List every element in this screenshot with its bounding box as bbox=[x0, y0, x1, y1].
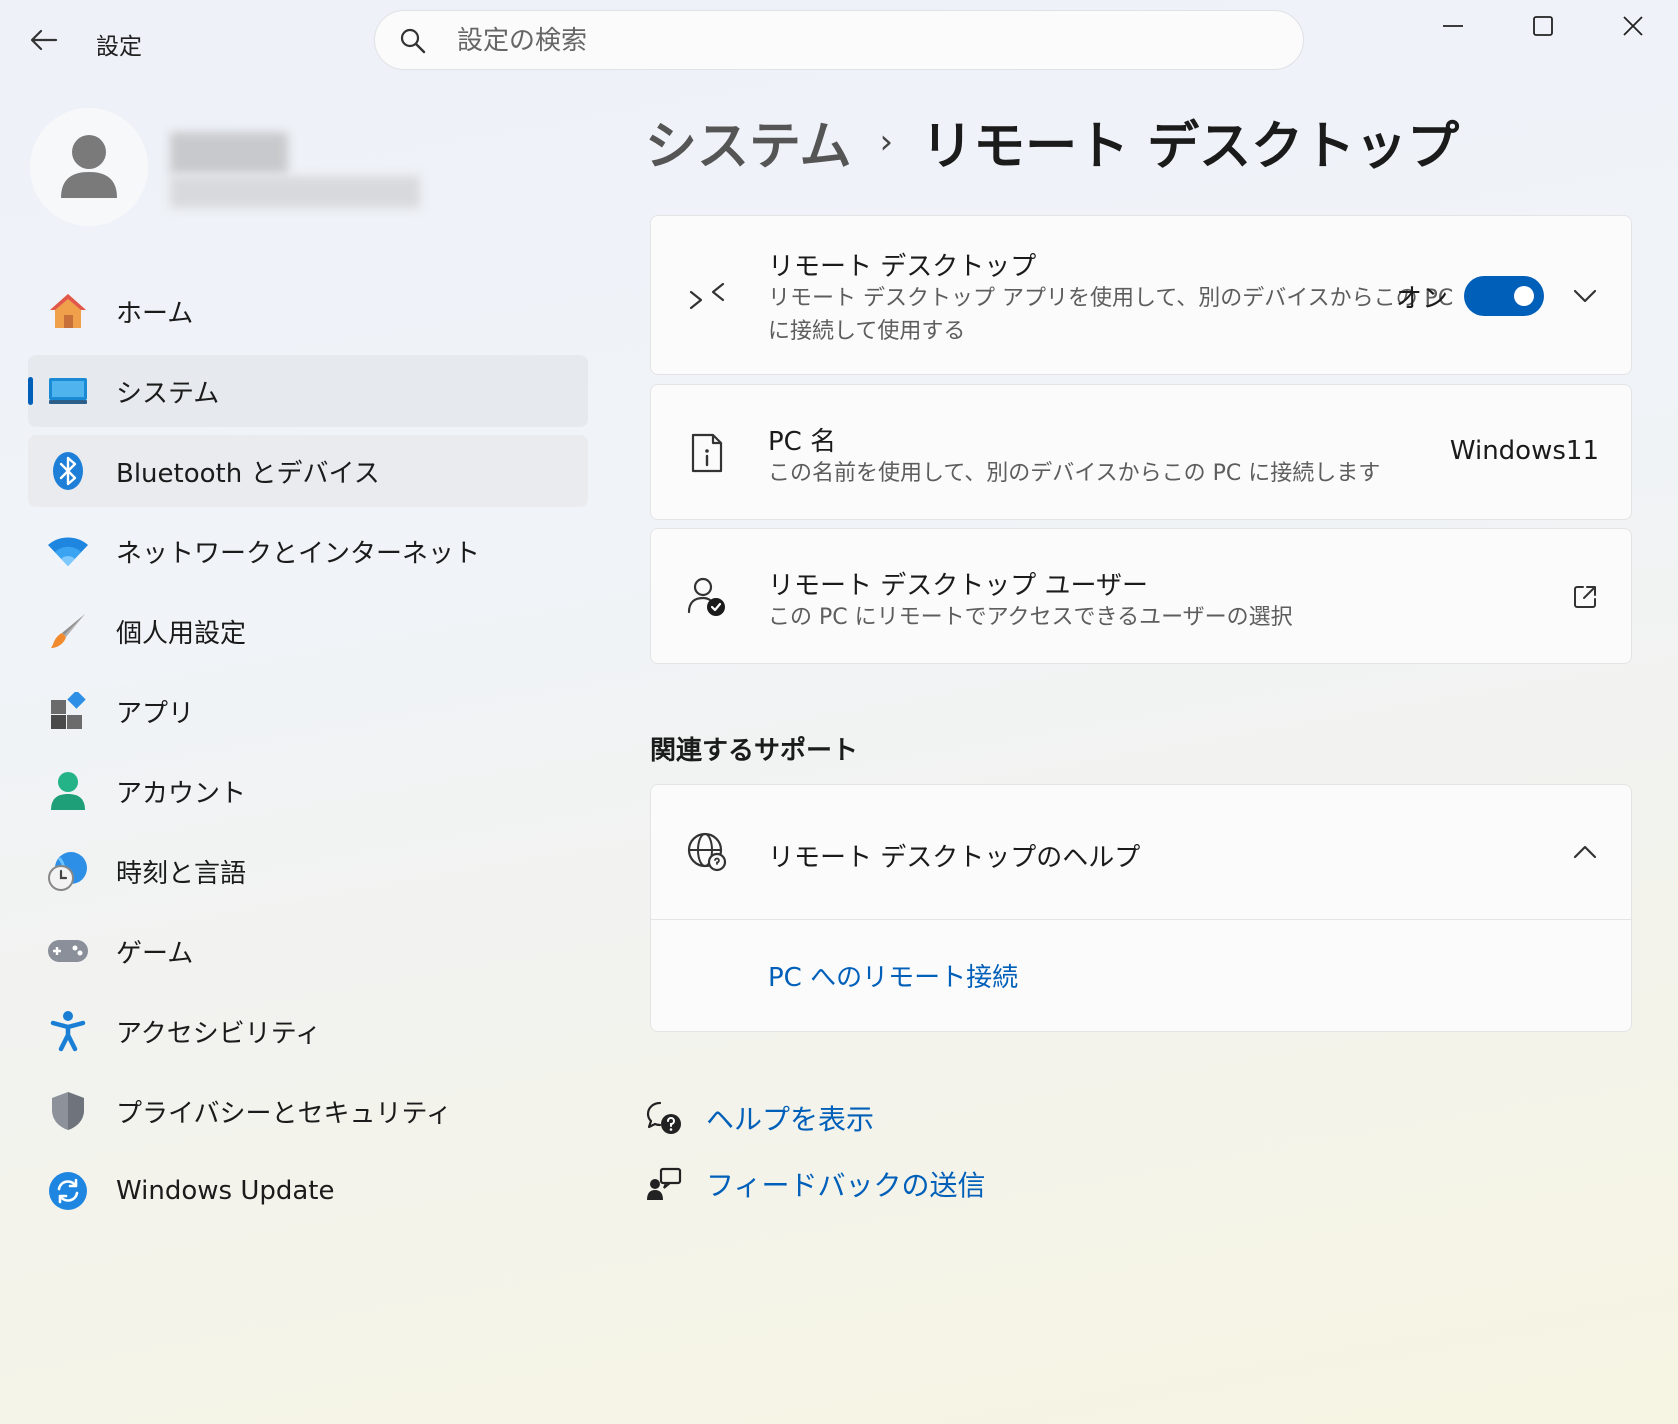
get-help-label: ヘルプを表示 bbox=[706, 1103, 875, 1136]
brush-icon bbox=[46, 609, 90, 653]
feedback-label: フィードバックの送信 bbox=[706, 1169, 986, 1202]
globe-help-icon bbox=[685, 830, 729, 874]
chevron-up-icon bbox=[1573, 845, 1597, 859]
profile-email-redacted bbox=[170, 176, 420, 208]
divider bbox=[651, 919, 1631, 920]
close-button[interactable] bbox=[1588, 4, 1678, 48]
remote-connection-link[interactable]: PC へのリモート接続 bbox=[768, 957, 1018, 994]
open-external-button[interactable] bbox=[1563, 575, 1607, 619]
sidebar-item-label: Windows Update bbox=[116, 1176, 335, 1206]
sidebar-item-label: アクセシビリティ bbox=[116, 1018, 322, 1049]
gamepad-icon bbox=[46, 929, 90, 973]
sidebar-item-personalization[interactable]: 個人用設定 bbox=[28, 595, 588, 667]
accessibility-icon bbox=[46, 1009, 90, 1053]
sidebar-item-label: プライバシーとセキュリティ bbox=[116, 1098, 452, 1129]
user-icon bbox=[61, 135, 117, 198]
sidebar-item-label: アカウント bbox=[116, 778, 247, 809]
sidebar-item-windows-update[interactable]: Windows Update bbox=[28, 1155, 588, 1227]
profile-name-redacted bbox=[170, 132, 288, 174]
minimize-icon bbox=[1443, 25, 1463, 27]
back-arrow-icon bbox=[30, 29, 58, 51]
shield-icon bbox=[46, 1089, 90, 1133]
remote-desktop-users-card[interactable]: リモート デスクトップ ユーザー この PC にリモートでアクセスできるユーザー… bbox=[650, 528, 1632, 664]
breadcrumb: システム › リモート デスクトップ bbox=[645, 104, 1459, 179]
sidebar-item-home[interactable]: ホーム bbox=[28, 275, 588, 347]
apps-icon bbox=[46, 689, 90, 733]
sidebar-item-label: システム bbox=[116, 378, 220, 409]
remote-desktop-help-card: リモート デスクトップのヘルプ PC へのリモート接続 bbox=[650, 784, 1632, 1032]
sidebar-item-network[interactable]: ネットワークとインターネット bbox=[28, 515, 588, 587]
system-icon bbox=[46, 369, 90, 413]
sidebar-item-bluetooth[interactable]: Bluetooth とデバイス bbox=[28, 435, 588, 507]
wifi-icon bbox=[46, 529, 90, 573]
remote-desktop-users-title: リモート デスクトップ ユーザー bbox=[768, 571, 1149, 601]
collapse-button[interactable] bbox=[1563, 830, 1607, 874]
sidebar-nav: ホーム システム Bluetooth とデバイス ネットワークとインターネット … bbox=[28, 275, 588, 1235]
feedback-link[interactable]: フィードバックの送信 bbox=[646, 1164, 985, 1204]
section-title-related-support: 関連するサポート bbox=[650, 736, 859, 766]
remote-desktop-toggle[interactable] bbox=[1464, 276, 1544, 316]
sidebar-item-accessibility[interactable]: アクセシビリティ bbox=[28, 995, 588, 1067]
sidebar-item-privacy[interactable]: プライバシーとセキュリティ bbox=[28, 1075, 588, 1147]
breadcrumb-parent[interactable]: システム bbox=[645, 104, 851, 179]
minimize-button[interactable] bbox=[1408, 4, 1498, 48]
page-title: リモート デスクトップ bbox=[921, 117, 1460, 177]
open-external-icon bbox=[1574, 586, 1596, 608]
sidebar-item-label: ホーム bbox=[116, 298, 194, 329]
pc-info-icon bbox=[685, 431, 729, 475]
pc-name-value: Windows11 bbox=[1449, 436, 1599, 466]
user-check-icon bbox=[685, 575, 729, 619]
pc-name-card: PC 名 この名前を使用して、別のデバイスからこの PC に接続します Wind… bbox=[650, 384, 1632, 520]
sidebar-item-label: アプリ bbox=[116, 698, 195, 729]
remote-desktop-title: リモート デスクトップ bbox=[768, 252, 1037, 282]
bluetooth-icon bbox=[46, 449, 90, 493]
remote-desktop-icon bbox=[685, 274, 729, 318]
expand-button[interactable] bbox=[1563, 274, 1607, 318]
sidebar-item-time-language[interactable]: 時刻と言語 bbox=[28, 835, 588, 907]
toggle-knob bbox=[1514, 286, 1534, 306]
help-chat-icon bbox=[646, 1101, 681, 1134]
get-help-link[interactable]: ヘルプを表示 bbox=[646, 1098, 874, 1138]
close-icon bbox=[1623, 16, 1643, 36]
sidebar-item-label: 個人用設定 bbox=[116, 618, 247, 649]
maximize-icon bbox=[1533, 16, 1553, 36]
sidebar-item-label: ゲーム bbox=[116, 938, 194, 969]
home-icon bbox=[46, 289, 90, 333]
pc-name-title: PC 名 bbox=[768, 427, 837, 457]
remote-desktop-users-desc: この PC にリモートでアクセスできるユーザーの選択 bbox=[768, 605, 1293, 630]
remote-desktop-desc-line2: に接続して使用する bbox=[768, 319, 966, 344]
maximize-button[interactable] bbox=[1498, 4, 1588, 48]
sidebar-item-label: 時刻と言語 bbox=[116, 858, 247, 889]
app-title: 設定 bbox=[96, 34, 142, 60]
remote-desktop-help-title: リモート デスクトップのヘルプ bbox=[768, 843, 1141, 873]
remote-desktop-card[interactable]: リモート デスクトップ リモート デスクトップ アプリを使用して、別のデバイスか… bbox=[650, 215, 1632, 375]
toggle-state-label: オン bbox=[1396, 284, 1449, 314]
sidebar-item-accounts[interactable]: アカウント bbox=[28, 755, 588, 827]
avatar[interactable] bbox=[30, 108, 148, 226]
breadcrumb-separator: › bbox=[879, 121, 894, 162]
chevron-down-icon bbox=[1573, 289, 1597, 303]
search-box[interactable] bbox=[374, 10, 1304, 70]
sidebar-item-apps[interactable]: アプリ bbox=[28, 675, 588, 747]
search-icon bbox=[400, 28, 426, 54]
back-button[interactable] bbox=[26, 22, 62, 58]
time-language-icon bbox=[46, 849, 90, 893]
pc-name-desc: この名前を使用して、別のデバイスからこの PC に接続します bbox=[768, 461, 1381, 486]
sidebar-item-label: ネットワークとインターネット bbox=[116, 538, 481, 569]
sidebar-item-system[interactable]: システム bbox=[28, 355, 588, 427]
search-input[interactable] bbox=[455, 11, 1259, 70]
active-indicator bbox=[28, 377, 33, 405]
update-icon bbox=[46, 1169, 90, 1213]
sidebar-item-gaming[interactable]: ゲーム bbox=[28, 915, 588, 987]
account-icon bbox=[46, 769, 90, 813]
feedback-icon bbox=[647, 1167, 682, 1200]
sidebar-item-label: Bluetooth とデバイス bbox=[116, 458, 380, 489]
remote-desktop-desc-line1: リモート デスクトップ アプリを使用して、別のデバイスからこの PC bbox=[768, 286, 1454, 311]
